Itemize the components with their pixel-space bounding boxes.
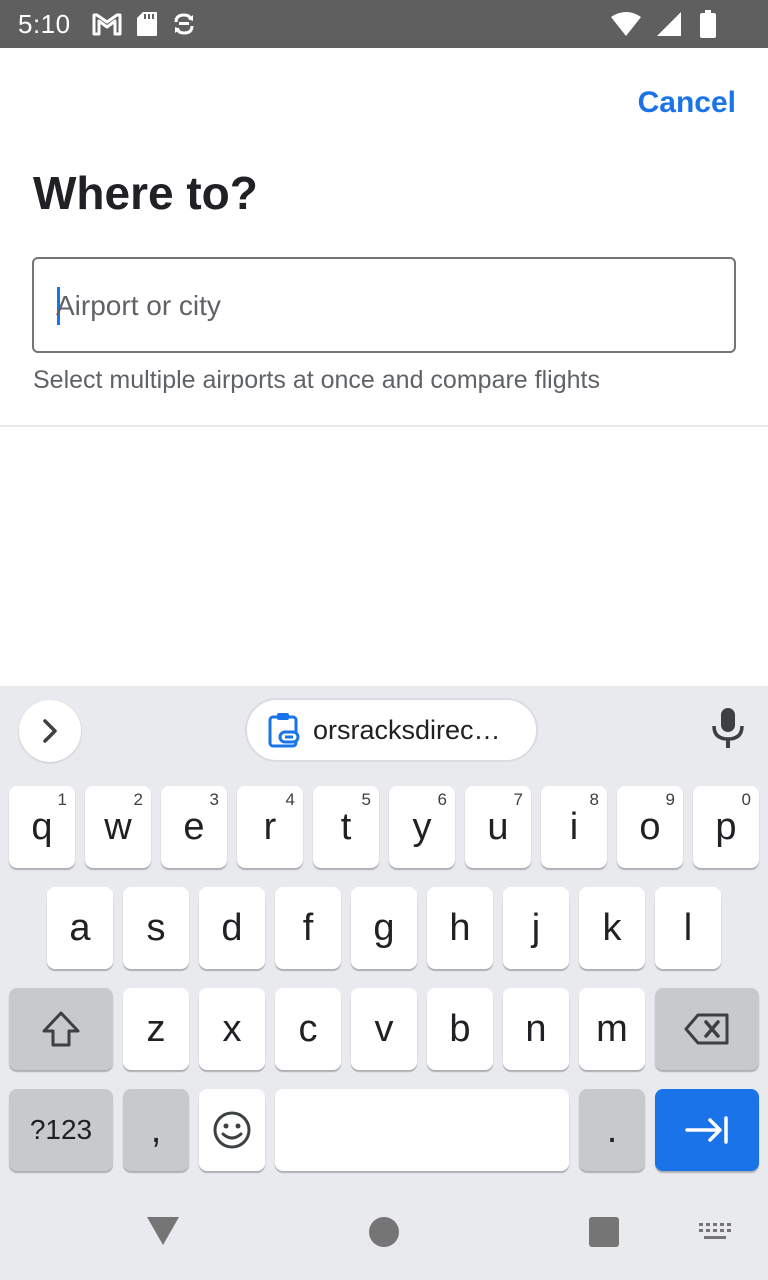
divider: [0, 425, 768, 427]
key-label: q: [31, 805, 53, 848]
key-a[interactable]: a: [47, 887, 113, 969]
key-w[interactable]: w2: [85, 786, 151, 868]
search-input[interactable]: [56, 281, 716, 331]
keyboard-switch-icon[interactable]: [698, 1222, 732, 1242]
sd-card-icon: [137, 12, 157, 36]
status-bar: 5:10: [0, 0, 768, 48]
period-key[interactable]: .: [579, 1089, 645, 1171]
key-j[interactable]: j: [503, 887, 569, 969]
home-icon[interactable]: [369, 1217, 399, 1247]
key-label: u: [487, 805, 509, 848]
key-z[interactable]: z: [123, 988, 189, 1070]
next-key[interactable]: [655, 1089, 759, 1171]
key-label: r: [263, 805, 277, 848]
key-hint: 3: [209, 790, 219, 809]
key-label: p: [715, 805, 737, 848]
key-i[interactable]: i8: [541, 786, 607, 868]
search-field[interactable]: [32, 257, 736, 353]
page-title: Where to?: [33, 167, 258, 219]
key-y[interactable]: y6: [389, 786, 455, 868]
symbols-key[interactable]: ?123: [9, 1089, 113, 1171]
clipboard-link-icon: [268, 713, 300, 748]
key-o[interactable]: o9: [617, 786, 683, 868]
gmail-icon: [92, 13, 122, 36]
key-hint: 6: [437, 790, 447, 809]
helper-text: Select multiple airports at once and com…: [33, 366, 600, 394]
key-d[interactable]: d: [199, 887, 265, 969]
key-t[interactable]: t5: [313, 786, 379, 868]
shift-icon: [42, 1011, 80, 1047]
key-e[interactable]: e3: [161, 786, 227, 868]
signal-icon: [657, 12, 681, 36]
comma-key[interactable]: ,: [123, 1089, 189, 1171]
status-right-icons: [610, 10, 716, 38]
emoji-key[interactable]: [199, 1089, 265, 1171]
emoji-icon: [213, 1111, 251, 1149]
key-label: o: [639, 805, 661, 848]
cancel-button[interactable]: Cancel: [638, 86, 736, 120]
backspace-key[interactable]: [655, 988, 759, 1070]
key-r[interactable]: r4: [237, 786, 303, 868]
key-q[interactable]: q1: [9, 786, 75, 868]
backspace-icon: [684, 1013, 729, 1045]
key-v[interactable]: v: [351, 988, 417, 1070]
voice-input-button[interactable]: [708, 706, 748, 755]
key-n[interactable]: n: [503, 988, 569, 1070]
key-hint: 5: [361, 790, 371, 809]
key-hint: 8: [589, 790, 599, 809]
shift-key[interactable]: [9, 988, 113, 1070]
key-c[interactable]: c: [275, 988, 341, 1070]
key-label: w: [104, 805, 132, 848]
key-l[interactable]: l: [655, 887, 721, 969]
space-key[interactable]: [275, 1089, 569, 1171]
key-label: t: [340, 805, 352, 848]
back-icon[interactable]: [146, 1216, 180, 1246]
sync-icon: [174, 13, 194, 35]
key-g[interactable]: g: [351, 887, 417, 969]
chevron-right-icon: [43, 719, 57, 743]
tab-next-icon: [685, 1116, 728, 1144]
key-hint: 1: [57, 790, 67, 809]
key-k[interactable]: k: [579, 887, 645, 969]
recents-icon[interactable]: [589, 1217, 619, 1247]
key-p[interactable]: p0: [693, 786, 759, 868]
key-s[interactable]: s: [123, 887, 189, 969]
key-f[interactable]: f: [275, 887, 341, 969]
key-label: i: [569, 805, 579, 848]
battery-icon: [700, 10, 716, 38]
key-m[interactable]: m: [579, 988, 645, 1070]
soft-keyboard: orsracksdirec… q1 w2 e3 r4 t5 y6 u7 i8 o…: [0, 686, 768, 1280]
key-label: y: [412, 805, 432, 848]
clipboard-suggestion-chip[interactable]: orsracksdirec…: [245, 698, 538, 762]
mic-icon: [712, 708, 744, 748]
key-h[interactable]: h: [427, 887, 493, 969]
key-u[interactable]: u7: [465, 786, 531, 868]
key-label: e: [183, 805, 205, 848]
key-hint: 7: [513, 790, 523, 809]
key-b[interactable]: b: [427, 988, 493, 1070]
key-hint: 0: [741, 790, 751, 809]
status-left-icons: [92, 10, 196, 38]
key-hint: 9: [665, 790, 675, 809]
key-hint: 2: [133, 790, 143, 809]
wifi-icon: [611, 12, 641, 36]
expand-toolbar-button[interactable]: [19, 700, 81, 762]
status-time: 5:10: [18, 9, 71, 39]
key-x[interactable]: x: [199, 988, 265, 1070]
clipboard-text: orsracksdirec…: [313, 714, 501, 745]
key-hint: 4: [285, 790, 295, 809]
